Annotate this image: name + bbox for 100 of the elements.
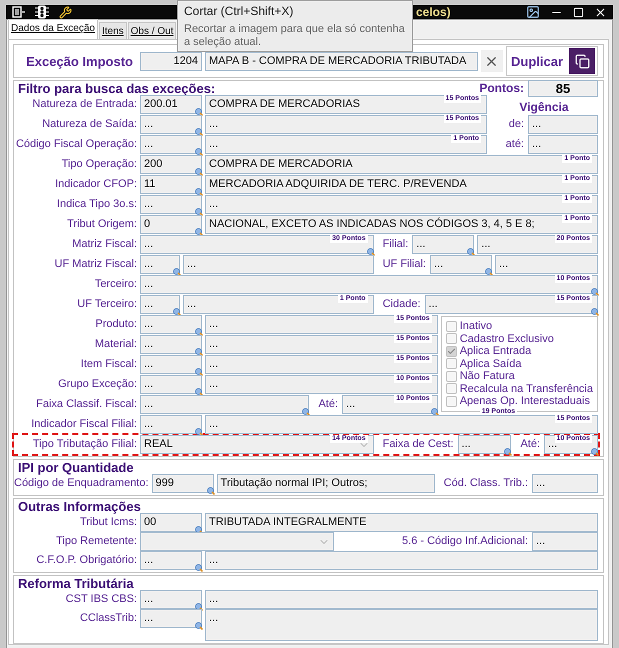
duplicate-button[interactable]: Duplicar — [506, 46, 598, 76]
lookup-icon[interactable] — [504, 448, 512, 456]
input-field[interactable]: ... — [140, 395, 310, 414]
lookup-icon[interactable] — [302, 408, 310, 416]
lookup-icon[interactable] — [195, 128, 203, 136]
input-field[interactable]: ... — [532, 532, 598, 551]
code-field[interactable]: ... — [430, 255, 492, 274]
code-field[interactable]: ... — [140, 609, 202, 628]
lookup-icon[interactable] — [173, 268, 181, 276]
description-field: ... — [205, 609, 598, 641]
lookup-icon[interactable] — [195, 208, 203, 216]
code-field[interactable]: 11 — [140, 175, 202, 194]
lookup-icon[interactable] — [195, 228, 203, 236]
date-field[interactable]: ... — [528, 115, 598, 134]
checkbox[interactable] — [446, 370, 457, 382]
lookup-icon[interactable] — [467, 248, 476, 256]
code-field[interactable]: ... — [140, 255, 180, 274]
code-field[interactable]: ... — [140, 315, 202, 334]
checkbox[interactable] — [446, 383, 457, 394]
lookup-icon[interactable] — [195, 168, 203, 176]
copy-icon — [569, 48, 595, 74]
input-field[interactable]: ... — [532, 474, 598, 493]
lookup-icon[interactable] — [195, 388, 203, 396]
traffic-light-icon[interactable] — [35, 5, 49, 19]
lookup-icon[interactable] — [195, 526, 203, 534]
code-field[interactable]: 200.01 — [140, 95, 202, 114]
field-label: UF Terceiro: — [76, 297, 137, 312]
lookup-icon[interactable] — [484, 268, 493, 276]
code-field[interactable]: 999 — [152, 474, 214, 493]
tab[interactable]: Obs / Out — [128, 22, 176, 39]
field-label: Código Fiscal Operação: — [14, 137, 137, 152]
checkbox-option[interactable]: Aplica Saída — [446, 358, 593, 370]
field-label: Natureza de Saída: — [41, 117, 137, 132]
lookup-icon[interactable] — [206, 487, 215, 495]
code-field[interactable]: 200 — [140, 155, 202, 174]
code-field[interactable]: ... — [140, 415, 202, 434]
tab[interactable]: Dados da Exceção — [8, 19, 98, 39]
score-label: Pontos: — [479, 81, 524, 95]
field-label: Faixa de Cest: — [382, 437, 455, 452]
picture-icon[interactable] — [526, 5, 540, 19]
checkbox-option[interactable]: Apenas Op. Interestaduais — [446, 395, 593, 408]
wrench-icon[interactable] — [59, 6, 72, 18]
checkbox[interactable] — [446, 358, 457, 370]
field-label: Tipo Operação: — [60, 157, 137, 172]
lookup-icon[interactable] — [195, 348, 203, 356]
code-field[interactable]: 1204 — [140, 52, 202, 70]
code-field[interactable]: ... — [140, 375, 202, 394]
field-label: Terceiro: — [94, 277, 137, 292]
code-field[interactable]: 0 — [140, 215, 202, 234]
code-field[interactable]: ... — [140, 551, 202, 570]
lookup-icon[interactable] — [195, 328, 203, 336]
field-label: Material: — [94, 337, 137, 352]
code-field[interactable]: ... — [140, 335, 202, 354]
lookup-icon[interactable] — [591, 308, 599, 316]
lookup-icon[interactable] — [173, 308, 181, 316]
lookup-icon[interactable] — [195, 428, 203, 436]
close-icon[interactable] — [480, 50, 503, 72]
lookup-icon[interactable] — [195, 622, 203, 630]
description-field: Tributação normal IPI; Outros; — [216, 474, 435, 493]
tooltip-title: Cortar (Ctrl+Shift+X) — [184, 4, 294, 18]
code-field[interactable]: ... — [140, 195, 202, 214]
code-field[interactable]: 00 — [140, 513, 202, 532]
checkbox-option[interactable]: Não Fatura — [446, 370, 593, 382]
code-field[interactable]: ... — [140, 295, 180, 314]
record-label: Exceção Imposto — [25, 54, 134, 68]
section-title: Outras Informações — [18, 498, 141, 514]
close-icon[interactable] — [594, 6, 607, 18]
field-label: CClassTrib: — [78, 611, 137, 626]
checkbox[interactable] — [446, 320, 457, 332]
code-field[interactable]: ... — [412, 235, 474, 254]
description-field: ... — [183, 255, 374, 274]
lookup-icon[interactable] — [195, 148, 203, 156]
lookup-icon[interactable] — [195, 368, 203, 376]
code-field[interactable]: ... — [140, 135, 202, 154]
checkbox[interactable] — [446, 346, 457, 357]
code-field[interactable]: ... — [140, 115, 202, 134]
lookup-icon[interactable] — [591, 288, 599, 296]
maximize-icon[interactable] — [573, 6, 584, 18]
lookup-icon[interactable] — [195, 108, 203, 116]
lookup-icon[interactable] — [366, 248, 375, 256]
document-list-icon[interactable] — [12, 6, 25, 18]
code-field[interactable]: ... — [140, 590, 202, 609]
field-label: Tribut Icms: — [78, 515, 137, 530]
lookup-icon[interactable] — [195, 564, 203, 572]
lookup-icon[interactable] — [430, 408, 439, 416]
checkbox-option[interactable]: Cadastro Exclusivo — [446, 332, 593, 345]
date-field[interactable]: ... — [528, 135, 598, 154]
checkbox-option[interactable]: Inativo — [446, 320, 593, 332]
checkbox-option[interactable]: Recalcula na Transferência — [446, 382, 593, 395]
checkbox-option[interactable]: Aplica Entrada — [446, 345, 593, 358]
tab[interactable]: Itens — [98, 22, 127, 39]
code-field[interactable]: ... — [140, 355, 202, 374]
window-title: celos) — [416, 5, 451, 19]
field-label: Filial: — [382, 237, 410, 252]
lookup-icon[interactable] — [591, 448, 599, 456]
lookup-icon[interactable] — [195, 188, 203, 196]
field-label: Natureza de Entrada: — [31, 97, 137, 112]
input-field[interactable]: ... — [458, 435, 512, 454]
checkbox[interactable] — [446, 333, 457, 344]
checkbox[interactable] — [446, 396, 457, 407]
